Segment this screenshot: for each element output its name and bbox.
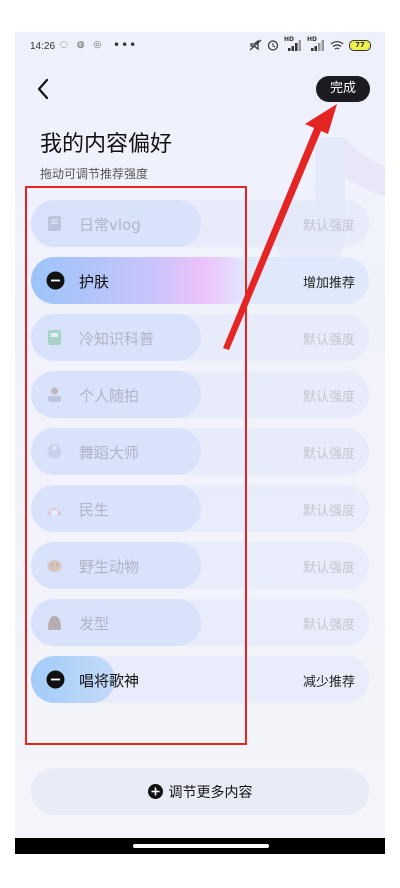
strength-label: 默认强度 xyxy=(302,390,355,405)
adjust-more-button[interactable]: 调节更多内容 xyxy=(31,768,369,815)
signal-icon: HD xyxy=(307,36,325,51)
strength-label: 默认强度 xyxy=(302,618,355,633)
signal-bars-icon xyxy=(288,40,301,51)
annotation-highlight-box xyxy=(25,186,247,745)
plus-circle-icon xyxy=(147,784,163,799)
status-right-icons: HD HD 77 xyxy=(249,36,371,51)
back-icon[interactable] xyxy=(33,76,55,102)
strength-label: 默认强度 xyxy=(302,447,355,462)
strength-label: 默认强度 xyxy=(302,333,355,348)
navigation-bar xyxy=(15,838,385,854)
phone-screen: 14:26 ◌ ◍ ◎ ••• HD HD 77 完成 我的内容偏好 拖动可调节… xyxy=(15,32,385,854)
battery-icon: 77 xyxy=(349,39,371,51)
page-title: 我的内容偏好 xyxy=(40,132,173,157)
adjust-more-label: 调节更多内容 xyxy=(168,784,253,801)
status-bar: 14:26 ◌ ◍ ◎ ••• HD HD 77 xyxy=(15,32,385,60)
mute-icon xyxy=(249,39,262,51)
wifi-icon xyxy=(330,40,344,50)
adjust-more-content: 调节更多内容 xyxy=(31,768,369,815)
strength-label: 默认强度 xyxy=(302,219,355,234)
status-app-icons: ◌ ◍ ◎ xyxy=(60,40,105,50)
strength-label: 增加推荐 xyxy=(302,276,355,291)
alarm-icon xyxy=(267,40,279,51)
page-subtitle: 拖动可调节推荐强度 xyxy=(40,167,149,181)
strength-label: 减少推荐 xyxy=(302,675,355,690)
status-time: 14:26 xyxy=(30,41,56,52)
strength-label: 默认强度 xyxy=(302,504,355,519)
home-indicator[interactable] xyxy=(133,844,269,848)
strength-label: 默认强度 xyxy=(302,561,355,576)
done-button[interactable]: 完成 xyxy=(316,76,370,102)
signal-icon: HD xyxy=(284,36,302,51)
more-dots-icon: ••• xyxy=(113,38,138,52)
signal-bars-icon xyxy=(311,40,324,51)
